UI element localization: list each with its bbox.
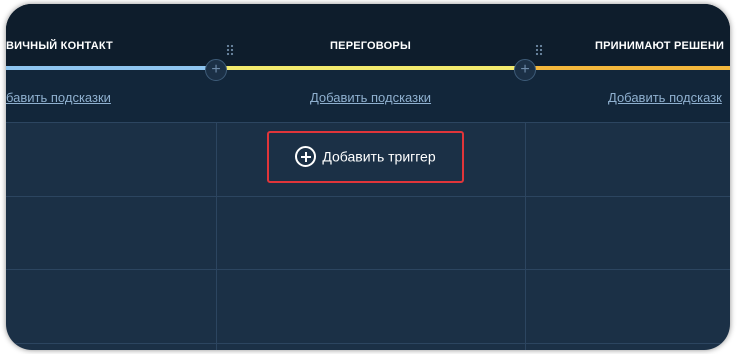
add-trigger-button[interactable]: Добавить триггер bbox=[269, 146, 462, 167]
stage-column-decision: ПРИНИМАЮТ РЕШЕНИ Добавить подсказк bbox=[525, 4, 730, 350]
hint-row: Добавить подсказк bbox=[525, 70, 730, 123]
stage-header: ВИЧНЫЙ КОНТАКТ bbox=[6, 4, 216, 70]
grid-row-divider bbox=[6, 269, 730, 270]
hint-row: бавить подсказки bbox=[6, 70, 216, 123]
stage-title[interactable]: ВИЧНЫЙ КОНТАКТ bbox=[6, 40, 216, 52]
hint-row: Добавить подсказки bbox=[216, 70, 525, 123]
stage-title[interactable]: ПЕРЕГОВОРЫ bbox=[216, 40, 525, 52]
plus-circle-icon bbox=[295, 146, 317, 167]
add-hints-link[interactable]: Добавить подсказки bbox=[216, 90, 525, 105]
add-trigger-highlight: Добавить триггер bbox=[267, 131, 464, 183]
add-stage-plus-icon[interactable]: + bbox=[205, 59, 227, 81]
grid-row-divider bbox=[6, 196, 730, 197]
add-trigger-label: Добавить триггер bbox=[322, 148, 436, 165]
add-hints-link[interactable]: бавить подсказки bbox=[6, 90, 216, 105]
add-stage-plus-icon[interactable]: + bbox=[514, 59, 536, 81]
grid-row-divider bbox=[6, 343, 730, 344]
stage-title[interactable]: ПРИНИМАЮТ РЕШЕНИ bbox=[595, 40, 730, 52]
stage-header: ПЕРЕГОВОРЫ bbox=[216, 4, 525, 70]
stage-column-primary-contact: ВИЧНЫЙ КОНТАКТ бавить подсказки bbox=[6, 4, 217, 350]
add-hints-link[interactable]: Добавить подсказк bbox=[608, 90, 730, 105]
drag-handle-icon[interactable] bbox=[535, 44, 543, 56]
stage-header: ПРИНИМАЮТ РЕШЕНИ bbox=[525, 4, 730, 70]
